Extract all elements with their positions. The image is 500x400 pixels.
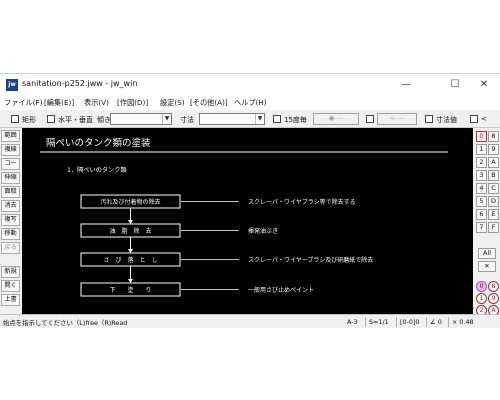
step-note: 揮発油ぶき — [248, 227, 278, 235]
tool-button[interactable]: 範囲 — [1, 130, 20, 142]
rect-label: 矩形 — [22, 116, 36, 124]
drawing-svg: 隔ぺいのタンク類の塗装 1．隔ぺいのタンク類 汚れ及び付着物の除去スクレーパ・ワ… — [40, 137, 448, 297]
arrow-down-icon — [128, 249, 133, 253]
step-label: 下 塗 り — [109, 286, 151, 294]
tool-button[interactable]: 戻る — [1, 242, 20, 254]
title-bar: jw sanitation-p252.jww - jw_win — ☐ ✕ — [0, 74, 500, 96]
rect-checkbox[interactable] — [11, 115, 19, 123]
tool-options-bar: 矩形 水平・垂直 傾き ▼ 寸法 ▼ 15度毎 ●---- <---- 寸法値 … — [0, 110, 500, 128]
status-message: 始点を指示してください（L)free（R)Read — [3, 319, 128, 327]
tool-button[interactable]: 伸縮 — [1, 172, 20, 184]
arrow-line-button[interactable]: <---- — [377, 113, 417, 125]
menu-bar: ファイル(F) [編集(E)] 表示(V) [作図(D)] 設定(S) [その他… — [0, 96, 500, 110]
tool-button[interactable]: 新規 — [1, 266, 20, 278]
paper-size[interactable]: A-3 — [347, 318, 358, 326]
close-button[interactable]: ✕ — [476, 77, 492, 93]
extra-checkbox[interactable] — [470, 115, 478, 123]
dimension-label: 寸法 — [180, 116, 194, 124]
jw-app-icon: jw — [6, 79, 18, 91]
dimension-value-checkbox[interactable] — [425, 115, 433, 123]
chevron-down-icon: ▼ — [255, 114, 264, 124]
tool-button[interactable]: 開く — [1, 280, 20, 292]
layer-button[interactable]: 5 — [476, 196, 487, 207]
dot-line-button[interactable]: ●---- — [313, 113, 359, 125]
arrow-down-icon — [128, 279, 133, 283]
extra-label: < — [481, 115, 487, 123]
menu-other[interactable]: [その他(A)] — [190, 98, 228, 108]
angle-readout[interactable]: ∠ 0 — [430, 318, 442, 326]
layer-button[interactable]: A — [488, 157, 499, 168]
status-divider — [396, 317, 397, 327]
layer-button[interactable]: C — [488, 183, 499, 194]
step-label: さ び 落 と し — [103, 256, 157, 264]
dimension-value-label: 寸法値 — [436, 116, 457, 124]
layer-group-button[interactable]: 8 — [488, 281, 499, 292]
drawing-canvas[interactable]: 隔ぺいのタンク類の塗装 1．隔ぺいのタンク類 汚れ及び付着物の除去スクレーパ・ワ… — [22, 128, 473, 315]
status-bar: 始点を指示してください（L)free（R)Read A-3 S=1/1 [0-0… — [0, 314, 500, 328]
menu-view[interactable]: 表示(V) — [84, 98, 109, 108]
menu-draw[interactable]: [作図(D)] — [117, 98, 148, 108]
layer-readout[interactable]: [0-0]0 — [400, 318, 420, 326]
layer-button[interactable]: 4 — [476, 183, 487, 194]
flowchart: 汚れ及び付着物の除去 スクレーパ・ワイヤブラシ等で除去する油 脂 除 去 揮発油ぶき… — [80, 194, 373, 297]
zoom-readout[interactable]: × 0.48 — [452, 318, 474, 326]
tool-button[interactable]: 消去 — [1, 200, 20, 212]
right-layer-palette: All ✕ 0123456789ABCDEF08192A — [474, 128, 500, 316]
tool-button[interactable]: コーナー — [1, 158, 20, 170]
scale-readout[interactable]: S=1/1 — [369, 318, 389, 326]
menu-file[interactable]: ファイル(F) — [4, 98, 43, 108]
layer-button[interactable]: D — [488, 196, 499, 207]
arrow-checkbox[interactable] — [366, 115, 374, 123]
layer-group-button[interactable]: 1 — [476, 293, 487, 304]
step-note: スクレーパ・ワイヤブラシ等で除去する — [248, 198, 356, 206]
tool-button[interactable]: 複線 — [1, 144, 20, 156]
dimension-combo[interactable]: ▼ — [199, 113, 265, 125]
layer-button[interactable]: 1 — [476, 144, 487, 155]
menu-settings[interactable]: 設定(S) — [160, 98, 185, 108]
layer-button[interactable]: 2 — [476, 157, 487, 168]
layer-button[interactable]: 3 — [476, 170, 487, 181]
chevron-down-icon: ▼ — [162, 114, 171, 124]
arrow-down-icon — [128, 220, 133, 224]
deg15-checkbox[interactable] — [273, 115, 281, 123]
status-divider — [365, 317, 366, 327]
layer-button[interactable]: E — [488, 209, 499, 220]
layer-x-button[interactable]: ✕ — [478, 261, 496, 272]
tool-button[interactable]: 複写 — [1, 214, 20, 226]
layer-button[interactable]: F — [488, 222, 499, 233]
status-divider — [426, 317, 427, 327]
layer-group-button[interactable]: 0 — [476, 281, 487, 292]
application-window: jw sanitation-p252.jww - jw_win — ☐ ✕ ファ… — [0, 73, 500, 328]
layer-button[interactable]: 9 — [488, 144, 499, 155]
all-layers-button[interactable]: All — [478, 248, 496, 259]
step-label: 汚れ及び付着物の除去 — [100, 198, 160, 206]
menu-help[interactable]: ヘルプ(H) — [234, 98, 267, 108]
horizontal-vertical-checkbox[interactable] — [47, 115, 55, 123]
status-divider — [448, 317, 449, 327]
horizontal-vertical-label: 水平・垂直 — [58, 116, 93, 124]
menu-edit[interactable]: [編集(E)] — [44, 98, 74, 108]
maximize-button[interactable]: ☐ — [447, 77, 463, 93]
tilt-combo[interactable]: ▼ — [110, 113, 172, 125]
step-note: スクレーパ・ワイヤーブラシ及び研磨紙で除去 — [248, 256, 373, 264]
tool-button[interactable]: 面取 — [1, 186, 20, 198]
step-note: 一般用さび止めペイント — [248, 286, 314, 294]
deg15-label: 15度毎 — [284, 116, 307, 124]
window-title: sanitation-p252.jww - jw_win — [22, 79, 138, 88]
tilt-label: 傾き — [97, 116, 111, 124]
left-tool-palette: 範囲複線コーナー伸縮面取消去複写移動戻る新規開く上書 — [0, 128, 21, 314]
step-label: 油 脂 除 去 — [109, 227, 151, 235]
section-heading: 1．隔ぺいのタンク類 — [67, 166, 127, 174]
layer-button[interactable]: 8 — [488, 131, 499, 142]
drawing-title: 隔ぺいのタンク類の塗装 — [46, 137, 151, 149]
layer-button[interactable]: 0 — [476, 131, 487, 142]
layer-button[interactable]: B — [488, 170, 499, 181]
layer-button[interactable]: 7 — [476, 222, 487, 233]
layer-group-button[interactable]: 9 — [488, 293, 499, 304]
tool-button[interactable]: 上書 — [1, 294, 20, 306]
layer-button[interactable]: 6 — [476, 209, 487, 220]
tool-button[interactable]: 移動 — [1, 228, 20, 240]
minimize-button[interactable]: — — [398, 77, 414, 93]
